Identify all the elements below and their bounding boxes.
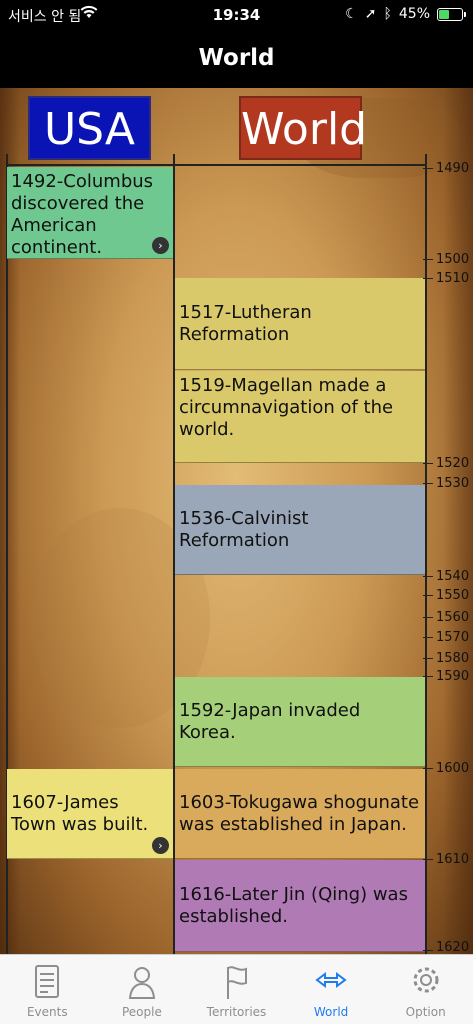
tick-mark	[423, 637, 433, 638]
tick-label: 1530	[436, 476, 470, 491]
tick-label: 1580	[436, 651, 470, 666]
world-event[interactable]: 1517-Lutheran Reformation	[175, 278, 425, 370]
tick-mark	[423, 576, 433, 577]
moon-icon: ☾	[345, 6, 358, 22]
tab-label: Territories	[206, 1005, 267, 1019]
tab-label: Option	[405, 1005, 446, 1019]
tick-mark	[423, 483, 433, 484]
event-label: 1592-Japan invaded Korea.	[179, 699, 361, 743]
tab-territories[interactable]: Territories	[189, 955, 284, 1024]
event-label: 1492-Columbus discovered the American co…	[11, 171, 154, 258]
tick-label: 1550	[436, 588, 470, 603]
tick-label: 1510	[436, 271, 470, 286]
tab-option[interactable]: Option	[378, 955, 473, 1024]
usa-column-header: USA	[28, 96, 151, 160]
tick-label: 1570	[436, 630, 470, 645]
world-event[interactable]: 1603-Tokugawa shogunate was established …	[175, 769, 425, 859]
event-label: 1607-James Town was built.	[11, 791, 149, 835]
event-label: 1517-Lutheran Reformation	[179, 301, 312, 345]
tick-label: 1560	[436, 610, 470, 625]
tick-mark	[423, 463, 433, 464]
tick-label: 1610	[436, 852, 470, 867]
document-icon	[0, 963, 95, 1003]
event-label: 1603-Tokugawa shogunate was established …	[179, 791, 420, 835]
tick-label: 1500	[436, 252, 470, 267]
battery-percent: 45%	[398, 6, 430, 22]
tick-mark	[423, 950, 433, 951]
world-event[interactable]: 1616-Later Jin (Qing) was established.	[175, 860, 425, 952]
tick-label: 1590	[436, 669, 470, 684]
tick-label: 1540	[436, 569, 470, 584]
world-event[interactable]: 1592-Japan invaded Korea.	[175, 677, 425, 767]
chevron-right-icon[interactable]: ›	[152, 837, 169, 854]
world-column-header: World	[239, 96, 367, 160]
chevron-right-icon[interactable]: ›	[152, 237, 169, 254]
tab-label: People	[121, 1005, 162, 1019]
event-label: 1536-Calvinist Reformation	[179, 507, 309, 551]
tick-mark	[423, 768, 433, 769]
tick-mark	[423, 259, 433, 260]
usa-event[interactable]: 1492-Columbus discovered the American co…	[7, 167, 173, 259]
location-icon: ➚	[364, 6, 377, 22]
tick-mark	[423, 595, 433, 596]
tab-people[interactable]: People	[95, 955, 190, 1024]
gear-icon	[378, 963, 473, 1003]
parchment-edge	[443, 88, 473, 954]
tick-label: 1520	[436, 456, 470, 471]
tick-label: 1620	[436, 940, 470, 954]
tick-mark	[423, 859, 433, 860]
timeline-view[interactable]: USA World 1492-Columbus discovered the A…	[0, 88, 473, 954]
world-event[interactable]: 1519-Magellan made a circumnavigation of…	[175, 371, 425, 463]
tick-label: 1490	[436, 161, 470, 176]
tab-bar: Events People Territories World Option	[0, 954, 473, 1024]
battery-icon	[437, 7, 466, 21]
timescale-axis	[425, 154, 427, 954]
tab-world[interactable]: World	[284, 955, 379, 1024]
world-arrows-icon	[284, 963, 379, 1003]
event-label: 1616-Later Jin (Qing) was established.	[179, 883, 408, 927]
tick-mark	[423, 168, 433, 169]
battery-fill	[439, 9, 449, 19]
page-title: World	[198, 45, 275, 71]
tick-label: 1600	[436, 761, 470, 776]
status-bar: 서비스 안 됨 19:34 ☾ ➚ ᛒ 45%	[0, 0, 473, 30]
header-divider	[6, 164, 426, 166]
tick-mark	[423, 658, 433, 659]
usa-event[interactable]: 1607-James Town was built. ›	[7, 769, 173, 859]
world-event[interactable]: 1536-Calvinist Reformation	[175, 485, 425, 575]
person-icon	[95, 963, 190, 1003]
tab-label: Events	[26, 1005, 68, 1019]
tick-mark	[423, 278, 433, 279]
tab-label: World	[313, 1005, 349, 1019]
event-label: 1519-Magellan made a circumnavigation of…	[179, 375, 394, 440]
flag-icon	[189, 963, 284, 1003]
tab-events[interactable]: Events	[0, 955, 95, 1024]
tick-mark	[423, 676, 433, 677]
navigation-bar: World	[0, 30, 473, 88]
bluetooth-icon: ᛒ	[383, 6, 392, 22]
tick-mark	[423, 617, 433, 618]
